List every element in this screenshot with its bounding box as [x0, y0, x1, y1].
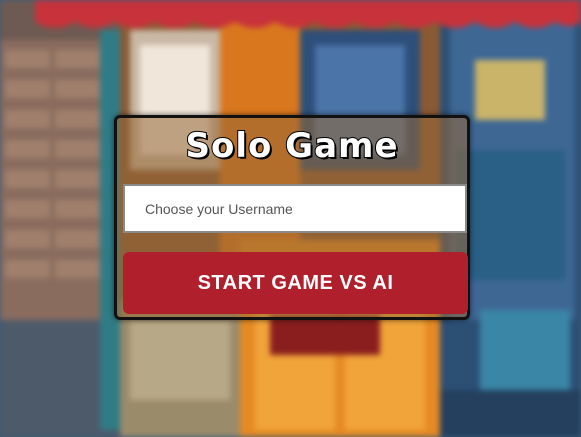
- dialog-title: Solo Game: [184, 125, 399, 167]
- start-game-vs-ai-button[interactable]: START GAME VS AI: [123, 252, 468, 314]
- game-screen: Solo Game START GAME VS AI: [0, 0, 581, 437]
- solo-game-dialog: Solo Game START GAME VS AI: [114, 115, 470, 320]
- username-input[interactable]: [123, 184, 467, 233]
